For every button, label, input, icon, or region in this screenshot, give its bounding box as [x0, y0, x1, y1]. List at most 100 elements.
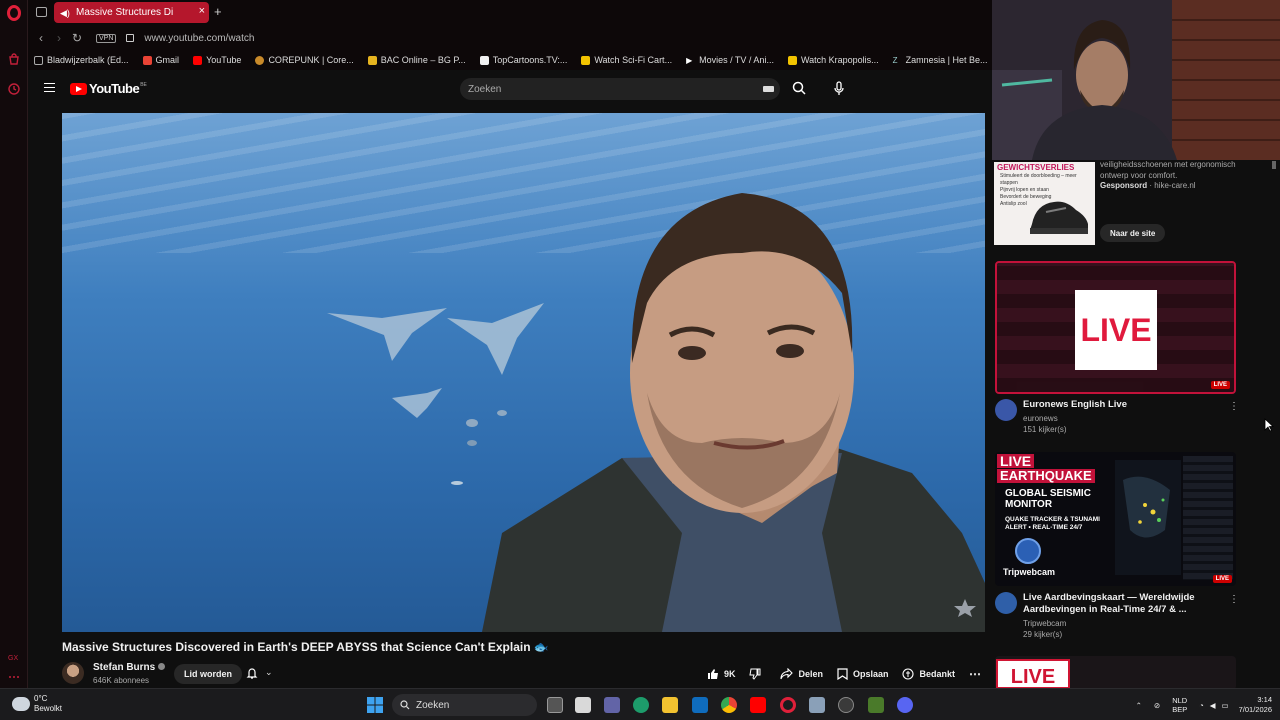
weather-widget[interactable]: 0°C Bewolkt [12, 694, 62, 714]
bookmark-item[interactable]: Z Zamnesia | Het Be... [893, 55, 988, 65]
bookmark-item[interactable]: Gmail [142, 55, 180, 65]
wifi-icon[interactable]: ◔ [1199, 701, 1204, 710]
video-thumbnail[interactable]: LIVE [995, 656, 1236, 688]
channel-watermark-icon[interactable] [953, 598, 977, 618]
lock-icon[interactable] [126, 34, 135, 42]
bookmark-item[interactable]: Watch Krapopolis... [787, 55, 879, 65]
thanks-label: Bedankt [919, 669, 955, 679]
more-options-icon[interactable]: ⋮ [1229, 594, 1239, 605]
excel-icon[interactable] [868, 697, 884, 713]
svg-text:GX: GX [8, 655, 18, 662]
viewer-count: 151 kijker(s) [1023, 425, 1067, 434]
bookmark-label: Gmail [155, 55, 180, 65]
back-icon[interactable]: ‹ [32, 31, 50, 45]
vpn-badge[interactable]: VPN [96, 33, 117, 43]
bookmark-item[interactable]: Bladwijzerbalk (Ed... [34, 55, 129, 65]
folder-icon [34, 55, 43, 65]
clock[interactable]: 3:14 7/01/2026 [1239, 695, 1272, 715]
search-input[interactable]: Zoeken [460, 78, 780, 100]
microphone-icon[interactable] [834, 81, 844, 96]
video-thumbnail[interactable]: LIVE LIVE [995, 261, 1236, 394]
video-player[interactable] [62, 113, 985, 632]
opera-logo-icon[interactable] [7, 5, 21, 21]
ad-bullet: Pijnvrij lopen en staan [1000, 187, 1049, 193]
close-tab-icon[interactable]: × [199, 5, 205, 17]
teams-icon[interactable] [604, 697, 620, 713]
store-icon[interactable] [575, 697, 591, 713]
language-indicator[interactable]: NLD BEP [1172, 696, 1187, 714]
chrome-icon[interactable] [721, 697, 737, 713]
dislike-button[interactable] [749, 668, 766, 680]
tab-overview-icon[interactable] [36, 7, 47, 17]
new-tab-icon[interactable]: + [214, 4, 222, 19]
system-tray: ⌃ ⊘ NLD BEP ◔ ◀ ▭ 3:14 7/01/2026 [1136, 693, 1272, 717]
share-button[interactable]: Delen [780, 668, 823, 680]
video-thumbnail[interactable]: LIVE EARTHQUAKE GLOBAL SEISMIC MONITOR Q… [995, 452, 1236, 586]
live-card: LIVE [1075, 290, 1157, 370]
forward-icon[interactable]: › [50, 31, 68, 45]
bell-icon[interactable] [246, 667, 258, 679]
shopping-bag-icon[interactable] [7, 52, 21, 66]
video-title[interactable]: Euronews English Live [1023, 399, 1223, 411]
ad-thumbnail[interactable]: GEWICHTSVERLIES Stimuleert de doorbloedi… [994, 162, 1095, 245]
network-icon[interactable]: ⊘ [1154, 701, 1160, 710]
time: 3:14 [1257, 695, 1272, 704]
battery-icon[interactable]: ▭ [1222, 701, 1229, 710]
like-count: 9K [723, 669, 736, 679]
url-field[interactable]: www.youtube.com/watch [144, 33, 254, 44]
youtube-app-icon[interactable] [750, 697, 766, 713]
search-icon[interactable] [792, 81, 806, 95]
bookmark-item[interactable]: BAC Online – BG P... [367, 55, 466, 65]
bookmark-item[interactable]: ▶ Movies / TV / Ani... [686, 55, 774, 65]
more-options-icon[interactable]: ⋮ [1229, 401, 1239, 412]
edge-icon[interactable] [633, 697, 649, 713]
youtube-play-icon [70, 82, 87, 95]
save-button[interactable]: Opslaan [837, 668, 888, 680]
channel-avatar[interactable] [995, 399, 1017, 421]
ad-bullet: Stimuleert de doorbloeding – meer stappe… [1000, 173, 1077, 186]
bookmark-item[interactable]: Watch Sci-Fi Cart... [581, 55, 672, 65]
mouse-cursor-icon [1264, 418, 1274, 432]
outlook-icon[interactable] [692, 697, 708, 713]
bookmarks-bar: Bladwijzerbalk (Ed... Gmail YouTube CORE… [28, 50, 992, 70]
ad-cta-button[interactable]: Naar de site [1100, 224, 1166, 242]
channel-avatar[interactable] [995, 592, 1017, 614]
menu-icon[interactable] [44, 83, 55, 92]
more-actions-icon[interactable]: ⋯ [969, 667, 981, 681]
keyboard-icon[interactable] [763, 86, 774, 92]
channel-avatar[interactable] [62, 662, 84, 684]
bookmark-item[interactable]: YouTube [193, 55, 241, 65]
history-icon[interactable] [7, 82, 21, 96]
volume-icon[interactable]: ◀ [1210, 701, 1216, 710]
tab-active[interactable]: ◀) Massive Structures Di × [54, 2, 209, 23]
youtube-logo[interactable]: YouTube BE [70, 81, 147, 96]
opera-gx-icon[interactable] [780, 697, 796, 713]
video-title[interactable]: Live Aardbevingskaart — Wereldwijde Aard… [1023, 592, 1223, 616]
windows-start-icon[interactable] [367, 697, 383, 713]
taskbar-search[interactable]: Zoeken [392, 694, 537, 716]
join-button[interactable]: Lid worden [174, 664, 242, 684]
calculator-icon[interactable] [809, 697, 825, 713]
like-button[interactable]: 9K [707, 668, 736, 680]
speaker-icon[interactable]: ◀) [60, 8, 70, 18]
app-icon[interactable] [838, 697, 854, 713]
channel-name[interactable]: Stefan Burns [93, 662, 166, 673]
chevron-down-icon[interactable]: ⌄ [265, 667, 273, 678]
task-view-icon[interactable] [547, 697, 563, 713]
bookmark-item[interactable]: TopCartoons.TV:... [479, 55, 567, 65]
more-icon[interactable] [7, 670, 21, 684]
tab-bar: ◀) Massive Structures Di × + [28, 0, 992, 26]
file-explorer-icon[interactable] [662, 697, 678, 713]
gx-icon[interactable]: GX [7, 650, 21, 664]
subscriber-count: 646K abonnees [93, 676, 150, 685]
taskbar-search-label: Zoeken [416, 699, 450, 711]
chevron-up-icon[interactable]: ⌃ [1136, 701, 1142, 710]
reload-icon[interactable]: ↻ [68, 31, 86, 45]
thanks-button[interactable]: Bedankt [902, 668, 955, 680]
bookmark-item[interactable]: COREPUNK | Core... [255, 55, 354, 65]
discord-icon[interactable] [897, 697, 913, 713]
scrollbar-thumb[interactable] [1272, 161, 1276, 169]
taskbar: 0°C Bewolkt Zoeken ⌃ ⊘ NLD BEP ◔ ◀ ▭ 3:1… [0, 688, 1280, 720]
channel-name[interactable]: Tripwebcam [1023, 619, 1066, 628]
channel-name[interactable]: euronews [1023, 414, 1058, 423]
